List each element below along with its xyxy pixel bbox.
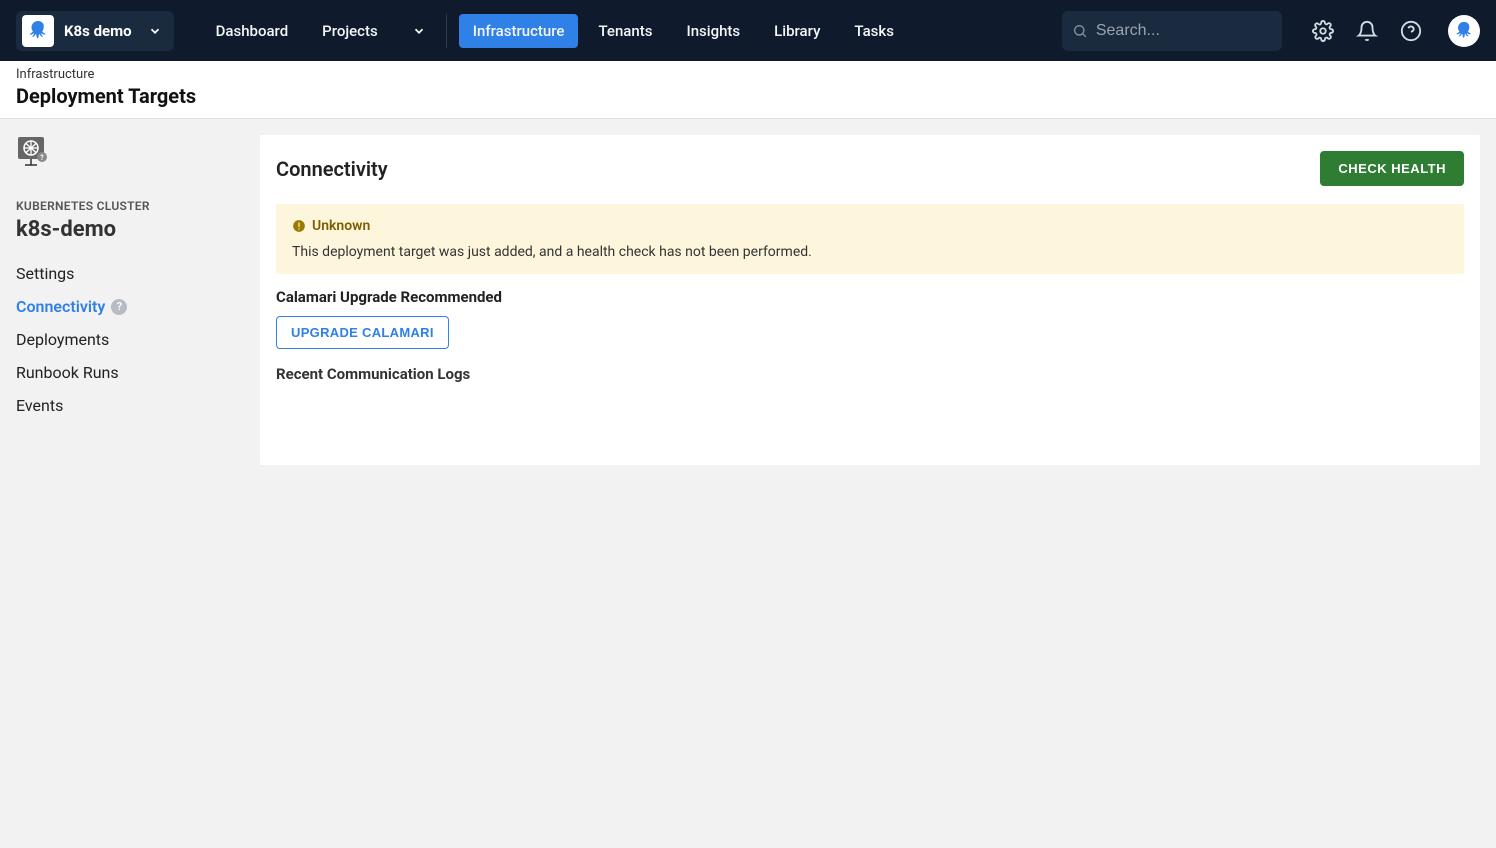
cluster-name: k8s-demo (16, 217, 244, 242)
check-health-button[interactable]: CHECK HEALTH (1320, 151, 1464, 186)
space-name: K8s demo (64, 22, 132, 40)
sidebar-settings[interactable]: Settings (16, 264, 244, 283)
cluster-type-label: KUBERNETES CLUSTER (16, 199, 244, 213)
upgrade-calamari-button[interactable]: UPGRADE CALAMARI (276, 316, 449, 349)
sidebar: ? KUBERNETES CLUSTER k8s-demo Settings C… (0, 119, 260, 431)
search-box[interactable] (1062, 11, 1282, 51)
main-title: Connectivity (276, 157, 388, 181)
nav-insights[interactable]: Insights (672, 14, 754, 48)
primary-nav: Dashboard Projects Infrastructure Tenant… (202, 14, 908, 48)
nav-tenants[interactable]: Tenants (584, 14, 666, 48)
settings-gear-icon[interactable] (1312, 20, 1334, 42)
sidebar-deployments[interactable]: Deployments (16, 330, 244, 349)
nav-tasks[interactable]: Tasks (840, 14, 908, 48)
main-panel: Connectivity CHECK HEALTH Unknown This d… (260, 135, 1480, 465)
breadcrumb[interactable]: Infrastructure (16, 67, 1480, 82)
sidebar-events[interactable]: Events (16, 396, 244, 415)
nav-projects-chevron[interactable] (398, 16, 434, 46)
nav-dashboard[interactable]: Dashboard (202, 14, 303, 48)
chevron-down-icon (148, 24, 162, 38)
nav-infrastructure[interactable]: Infrastructure (459, 14, 579, 48)
help-badge-icon[interactable]: ? (111, 299, 127, 315)
svg-text:?: ? (40, 154, 44, 162)
user-avatar[interactable] (1448, 15, 1480, 47)
calamari-heading: Calamari Upgrade Recommended (276, 288, 1464, 306)
alert-message: This deployment target was just added, a… (292, 244, 1448, 260)
page-title: Deployment Targets (16, 84, 1480, 108)
nav-projects[interactable]: Projects (308, 14, 392, 48)
search-input[interactable] (1096, 22, 1272, 40)
page-header: Infrastructure Deployment Targets (0, 61, 1496, 119)
octopus-logo-icon (22, 15, 54, 47)
logs-heading: Recent Communication Logs (276, 365, 1464, 383)
nav-library[interactable]: Library (760, 14, 834, 48)
sidebar-connectivity[interactable]: Connectivity ? (16, 297, 244, 316)
health-alert: Unknown This deployment target was just … (276, 204, 1464, 274)
sidebar-nav: Settings Connectivity ? Deployments Runb… (16, 264, 244, 415)
top-navbar: K8s demo Dashboard Projects Infrastructu… (0, 0, 1496, 61)
kubernetes-target-icon: ? (16, 135, 52, 171)
notifications-bell-icon[interactable] (1356, 20, 1378, 42)
alert-status: Unknown (312, 218, 370, 234)
sidebar-runbook-runs[interactable]: Runbook Runs (16, 363, 244, 382)
sidebar-item-label: Connectivity (16, 297, 105, 316)
warning-icon (292, 219, 306, 233)
search-icon (1072, 22, 1088, 40)
navbar-icons (1312, 15, 1480, 47)
chevron-down-icon (412, 24, 426, 38)
nav-separator (446, 14, 447, 48)
space-switcher[interactable]: K8s demo (16, 11, 174, 51)
help-icon[interactable] (1400, 20, 1422, 42)
